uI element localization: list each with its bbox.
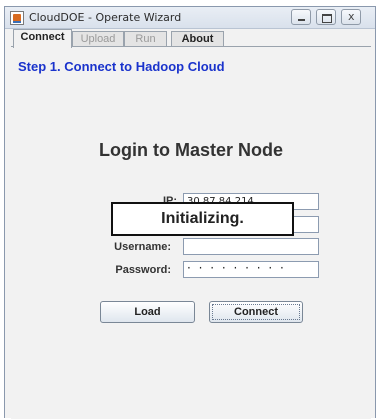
title-bar[interactable]: CloudDOE - Operate Wizard xyxy=(5,7,375,29)
page-title: Login to Master Node xyxy=(99,140,283,160)
connect-button[interactable]: Connect xyxy=(209,301,303,323)
minimize-button[interactable] xyxy=(291,9,311,25)
password-field[interactable]: · · · · · · · · · xyxy=(183,261,319,278)
tab-upload[interactable]: Upload xyxy=(72,31,124,47)
load-button[interactable]: Load xyxy=(100,301,195,323)
app-window: CloudDOE - Operate Wizard Connect Upload… xyxy=(4,6,376,419)
username-label: Username: xyxy=(114,241,171,253)
tab-about[interactable]: About xyxy=(171,31,224,47)
java-cup-icon xyxy=(10,11,24,25)
window-title: CloudDOE - Operate Wizard xyxy=(29,11,182,24)
username-field[interactable] xyxy=(183,238,319,255)
step-title: Step 1. Connect to Hadoop Cloud xyxy=(18,59,225,74)
tab-connect[interactable]: Connect xyxy=(13,29,72,48)
initializing-status-box: Initializing. xyxy=(111,202,294,236)
tab-run[interactable]: Run xyxy=(124,31,167,47)
maximize-button[interactable] xyxy=(316,9,336,25)
password-label: Password: xyxy=(115,264,171,276)
close-button[interactable] xyxy=(341,9,361,25)
